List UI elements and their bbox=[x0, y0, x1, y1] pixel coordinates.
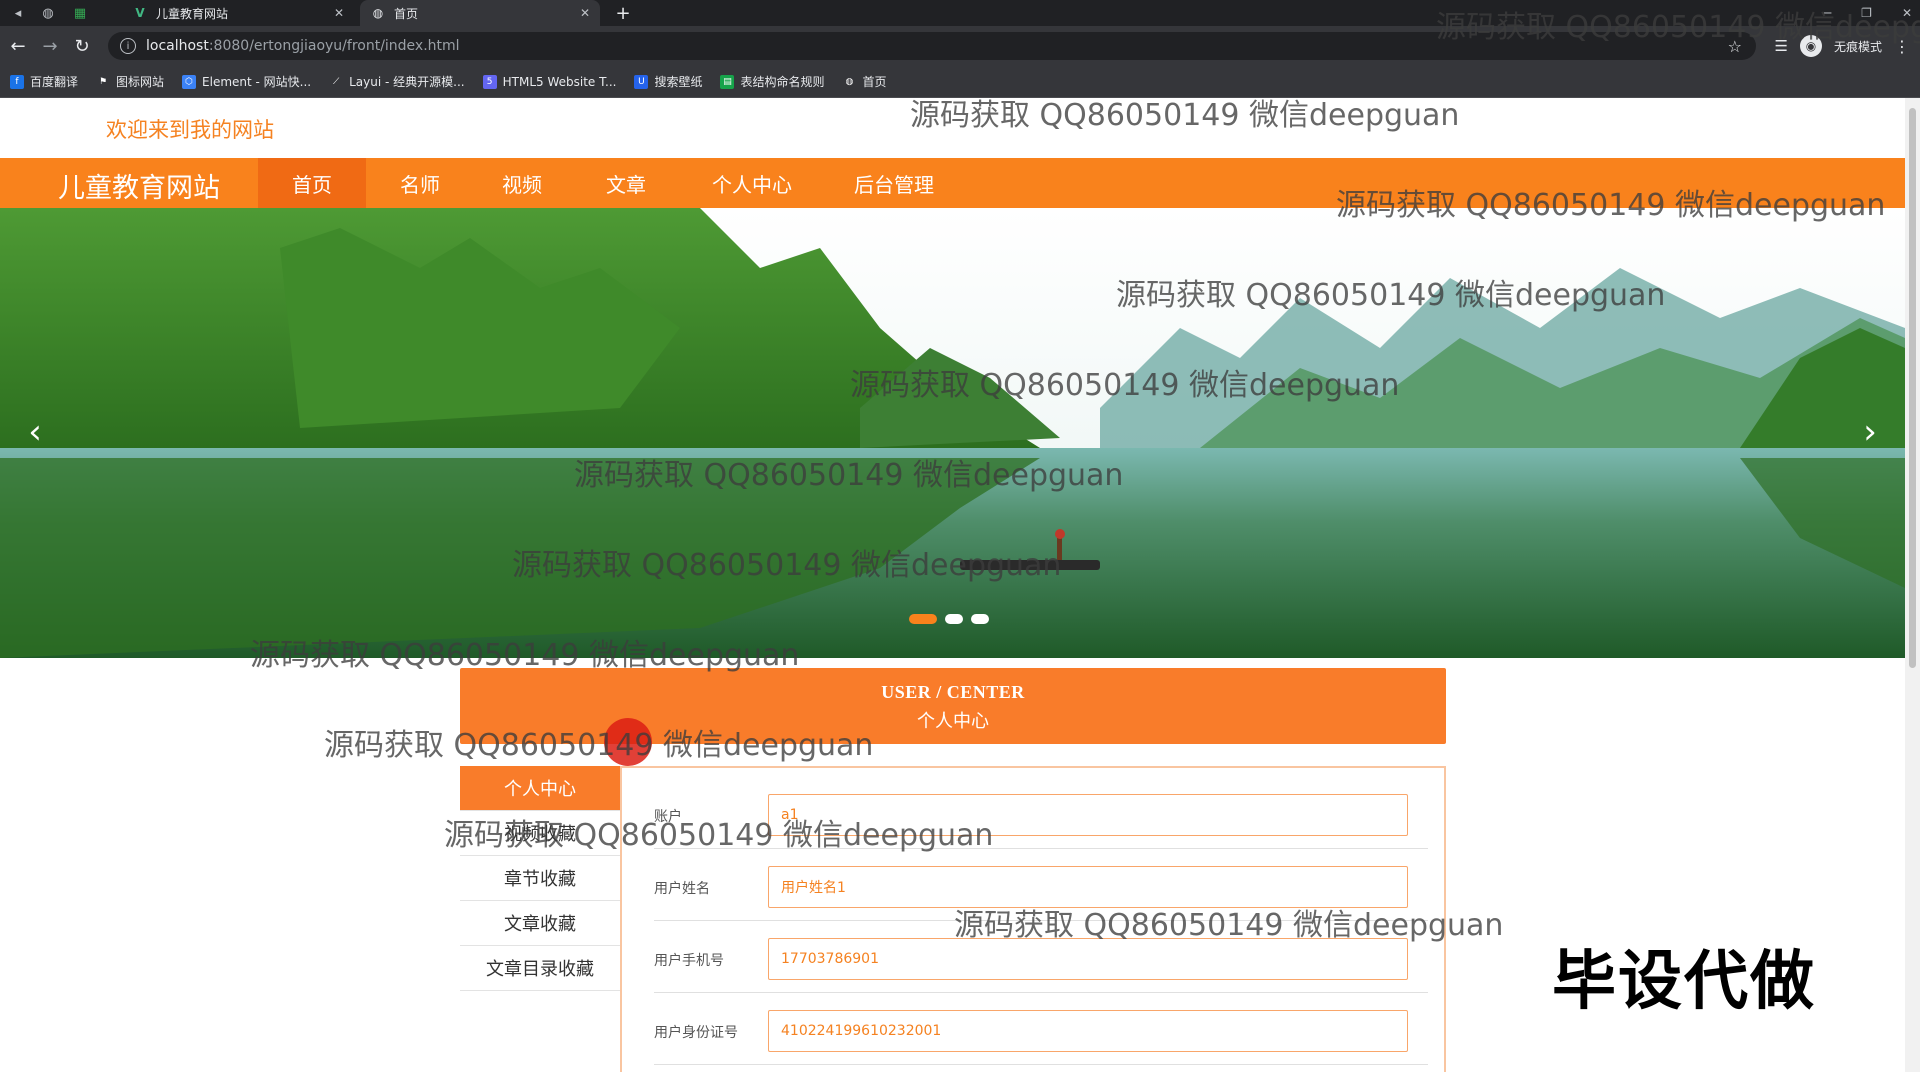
info-icon[interactable]: i bbox=[120, 38, 136, 54]
bookmark-item[interactable]: U 搜索壁纸 bbox=[634, 73, 702, 90]
web-page: 欢迎来到我的网站 儿童教育网站 首页 名师 视频 文章 个人中心 后台管理 ‹ … bbox=[0, 98, 1905, 1072]
close-icon[interactable]: ✕ bbox=[580, 6, 590, 20]
watermark: 源码获取 QQ86050149 微信deepguan bbox=[1436, 10, 1920, 45]
page-scrollbar[interactable] bbox=[1905, 98, 1920, 1072]
user-side-menu: 个人中心 视频收藏 章节收藏 文章收藏 文章目录收藏 bbox=[460, 766, 620, 991]
menu-article-catalog-favorites[interactable]: 文章目录收藏 bbox=[460, 946, 620, 991]
nav-home[interactable]: 首页 bbox=[258, 158, 366, 208]
scrollbar-thumb[interactable] bbox=[1909, 108, 1916, 668]
menu-article-favorites[interactable]: 文章收藏 bbox=[460, 901, 620, 946]
table-icon: ▤ bbox=[720, 74, 735, 89]
name-label: 用户姓名 bbox=[654, 881, 710, 897]
bookmark-item[interactable]: f 百度翻译 bbox=[10, 73, 78, 90]
watermark: 源码获取 QQ86050149 微信deepguan bbox=[850, 368, 1400, 403]
bookmark-item[interactable]: ⬡ Element - 网站快... bbox=[182, 73, 311, 90]
sheet-icon[interactable]: ▦ bbox=[70, 3, 90, 23]
url-host: localhost bbox=[146, 38, 209, 54]
watermark: 源码获取 QQ86050149 微信deepguan bbox=[250, 638, 800, 673]
watermark: 源码获取 QQ86050149 微信deepguan bbox=[1336, 188, 1886, 223]
id-card-label: 用户身份证号 bbox=[654, 1025, 738, 1041]
back-arrow-icon[interactable]: ← bbox=[6, 34, 30, 58]
translate-icon: f bbox=[10, 74, 24, 89]
phone-label: 用户手机号 bbox=[654, 953, 724, 969]
browser-tab[interactable]: V 儿童教育网站 ✕ bbox=[122, 0, 354, 26]
nav-admin[interactable]: 后台管理 bbox=[842, 158, 946, 208]
html5-icon: 5 bbox=[482, 74, 497, 89]
wallpaper-icon: U bbox=[634, 74, 649, 89]
carousel-indicators bbox=[909, 614, 989, 624]
flag-icon: ⚑ bbox=[98, 76, 108, 87]
bookmark-label: HTML5 Website T... bbox=[502, 74, 617, 89]
watermark: 源码获取 QQ86050149 微信deepguan bbox=[574, 458, 1124, 493]
form-row-id-card: 用户身份证号 410224199610232001 bbox=[642, 998, 1432, 1070]
bookmark-label: 百度翻译 bbox=[30, 75, 79, 89]
nav-user-center[interactable]: 个人中心 bbox=[700, 158, 804, 208]
divider bbox=[654, 1064, 1428, 1065]
bookmark-item[interactable]: ⚑ 图标网站 bbox=[96, 73, 164, 90]
url-path: :8080/ertongjiaoyu/front/index.html bbox=[208, 38, 460, 54]
bookmark-label: 图标网站 bbox=[116, 75, 165, 89]
watermark: 源码获取 QQ86050149 微信deepguan bbox=[954, 908, 1504, 943]
bookmark-label: 表结构命名规则 bbox=[740, 75, 825, 89]
header-en: USER / CENTER bbox=[881, 682, 1025, 702]
bookmark-label: Element - 网站快... bbox=[202, 75, 312, 89]
divider bbox=[654, 992, 1428, 993]
nav-teachers[interactable]: 名师 bbox=[384, 158, 456, 208]
nav-videos[interactable]: 视频 bbox=[486, 158, 558, 208]
menu-user-center[interactable]: 个人中心 bbox=[460, 766, 620, 811]
bookmark-label: 首页 bbox=[862, 75, 887, 89]
new-tab-button[interactable]: + bbox=[612, 0, 634, 26]
id-card-input[interactable]: 410224199610232001 bbox=[768, 1010, 1408, 1052]
bookmark-label: Layui - 经典开源模... bbox=[349, 75, 465, 89]
bookmark-item[interactable]: ▤ 表结构命名规则 bbox=[720, 73, 824, 90]
forward-arrow-icon[interactable]: → bbox=[38, 34, 62, 58]
close-icon[interactable]: ✕ bbox=[334, 6, 344, 20]
layui-icon: ⟋ bbox=[332, 76, 340, 87]
nav-articles[interactable]: 文章 bbox=[590, 158, 662, 208]
tab-title: 首页 bbox=[394, 6, 419, 21]
tab-title: 儿童教育网站 bbox=[156, 6, 229, 21]
carousel-dot[interactable] bbox=[971, 614, 989, 624]
bookmark-item[interactable]: ◍ 首页 bbox=[842, 73, 887, 90]
bookmark-item[interactable]: 5 HTML5 Website T... bbox=[482, 74, 617, 89]
chevron-left-icon[interactable]: ‹ bbox=[20, 412, 50, 452]
overlay-banner-text: 毕设代做 bbox=[1552, 945, 1816, 1019]
globe-icon: ◍ bbox=[372, 6, 384, 20]
element-icon: ⬡ bbox=[182, 74, 197, 89]
menu-chapter-favorites[interactable]: 章节收藏 bbox=[460, 856, 620, 901]
carousel-dot[interactable] bbox=[945, 614, 963, 624]
bookmark-item[interactable]: ⟋ Layui - 经典开源模... bbox=[329, 73, 465, 90]
globe-icon: ◍ bbox=[845, 76, 854, 87]
reload-icon[interactable]: ↻ bbox=[70, 34, 94, 58]
watermark: 源码获取 QQ86050149 微信deepguan bbox=[910, 98, 1460, 133]
carousel-dot[interactable] bbox=[909, 614, 937, 624]
watermark: 源码获取 QQ86050149 微信deepguan bbox=[444, 818, 994, 853]
phone-input[interactable]: 17703786901 bbox=[768, 938, 1408, 980]
bookmark-label: 搜索壁纸 bbox=[654, 75, 703, 89]
browser-tab-active[interactable]: ◍ 首页 ✕ bbox=[360, 0, 600, 26]
watermark: 源码获取 QQ86050149 微信deepguan bbox=[324, 728, 874, 763]
globe-icon[interactable]: ◍ bbox=[38, 3, 58, 23]
audio-icon[interactable]: ◂ bbox=[8, 3, 28, 23]
site-title[interactable]: 儿童教育网站 bbox=[58, 166, 220, 205]
welcome-text: 欢迎来到我的网站 bbox=[106, 118, 274, 142]
watermark: 源码获取 QQ86050149 微信deepguan bbox=[512, 548, 1062, 583]
vue-icon: V bbox=[135, 6, 145, 20]
chevron-right-icon[interactable]: › bbox=[1855, 412, 1885, 452]
watermark: 源码获取 QQ86050149 微信deepguan bbox=[1116, 278, 1666, 313]
